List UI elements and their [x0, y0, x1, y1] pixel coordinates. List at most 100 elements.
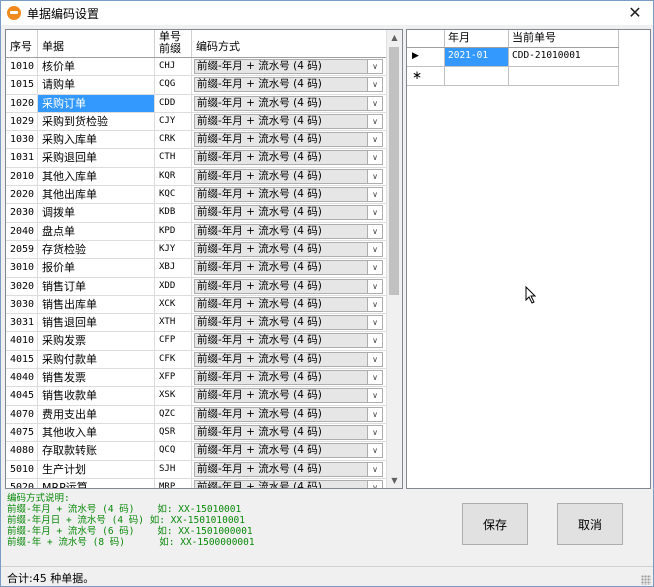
cell-prefix[interactable]: CRK: [155, 131, 192, 149]
chevron-down-icon[interactable]: ∨: [367, 279, 382, 293]
header-encoding[interactable]: 编码方式: [192, 30, 387, 57]
cell-no[interactable]: 2030: [6, 204, 38, 222]
encoding-dropdown[interactable]: 前缀-年月 + 流水号 (4 码) ∨: [194, 333, 383, 349]
resize-grip-icon[interactable]: [641, 575, 651, 585]
table-row[interactable]: 2020 其他出库单 KQC 前缀-年月 + 流水号 (4 码) ∨: [6, 186, 387, 205]
cell-prefix[interactable]: QSR: [155, 423, 192, 442]
cell-no[interactable]: 1029: [6, 112, 38, 131]
chevron-down-icon[interactable]: ∨: [367, 60, 382, 73]
cell-name[interactable]: 报价单: [38, 259, 155, 277]
cell-no[interactable]: 5010: [6, 460, 38, 478]
cell-no[interactable]: 2010: [6, 167, 38, 186]
close-icon[interactable]: ✕: [621, 2, 649, 24]
cell-name[interactable]: 盘点单: [38, 222, 155, 240]
cell-year-month[interactable]: 2021-01: [445, 48, 509, 66]
chevron-down-icon[interactable]: ∨: [367, 169, 382, 183]
table-row[interactable]: 4040 销售发票 XFP 前缀-年月 + 流水号 (4 码) ∨: [6, 369, 387, 388]
cell-no[interactable]: 2040: [6, 222, 38, 240]
table-row[interactable]: 3031 销售退回单 XTH 前缀-年月 + 流水号 (4 码) ∨: [6, 314, 387, 333]
table-row[interactable]: 2059 存货检验 KJY 前缀-年月 + 流水号 (4 码) ∨: [6, 240, 387, 260]
cell-name[interactable]: 采购付款单: [38, 350, 155, 369]
chevron-down-icon[interactable]: ∨: [367, 371, 382, 385]
cell-prefix[interactable]: KPD: [155, 222, 192, 240]
cell-name[interactable]: MRP运算: [38, 478, 155, 488]
cell-name[interactable]: 存取款转账: [38, 442, 155, 460]
cell-prefix[interactable]: CHJ: [155, 58, 192, 76]
chevron-down-icon[interactable]: ∨: [367, 407, 382, 421]
cell-name[interactable]: 生产计划: [38, 460, 155, 478]
cell-prefix[interactable]: KQC: [155, 186, 192, 204]
encoding-dropdown[interactable]: 前缀-年月 + 流水号 (4 码) ∨: [194, 132, 383, 148]
cell-no[interactable]: 1020: [6, 94, 38, 112]
cell-no[interactable]: 1015: [6, 76, 38, 94]
cell-prefix[interactable]: QZC: [155, 405, 192, 423]
chevron-down-icon[interactable]: ∨: [367, 334, 382, 348]
encoding-dropdown[interactable]: 前缀-年月 + 流水号 (4 码) ∨: [194, 370, 383, 386]
table-row[interactable]: 4010 采购发票 CFP 前缀-年月 + 流水号 (4 码) ∨: [6, 332, 387, 351]
cell-name[interactable]: 销售收款单: [38, 387, 155, 405]
table-row[interactable]: 2010 其他入库单 KQR 前缀-年月 + 流水号 (4 码) ∨: [6, 167, 387, 187]
chevron-down-icon[interactable]: ∨: [367, 78, 382, 92]
header-current-no[interactable]: 当前单号: [509, 30, 619, 47]
encoding-dropdown[interactable]: 前缀-年月 + 流水号 (4 码) ∨: [194, 168, 383, 184]
cell-prefix[interactable]: KDB: [155, 204, 192, 222]
chevron-down-icon[interactable]: ∨: [367, 206, 382, 220]
chevron-down-icon[interactable]: ∨: [367, 133, 382, 147]
chevron-down-icon[interactable]: ∨: [367, 151, 382, 165]
table-row[interactable]: 3010 报价单 XBJ 前缀-年月 + 流水号 (4 码) ∨: [6, 259, 387, 278]
cell-prefix[interactable]: XFP: [155, 369, 192, 387]
encoding-dropdown[interactable]: 前缀-年月 + 流水号 (4 码) ∨: [194, 315, 383, 331]
cell-no[interactable]: 4075: [6, 423, 38, 442]
cell-prefix[interactable]: CJY: [155, 112, 192, 131]
table-row[interactable]: 2040 盘点单 KPD 前缀-年月 + 流水号 (4 码) ∨: [6, 222, 387, 241]
chevron-down-icon[interactable]: ∨: [367, 242, 382, 256]
cell-name[interactable]: 其他收入单: [38, 423, 155, 442]
cell-prefix[interactable]: CQG: [155, 76, 192, 94]
table-row[interactable]: 1020 采购订单 CDD 前缀-年月 + 流水号 (4 码) ∨: [6, 94, 387, 113]
header-name[interactable]: 单据: [38, 30, 155, 57]
cell-no[interactable]: 4010: [6, 332, 38, 350]
cell-name[interactable]: 费用支出单: [38, 405, 155, 423]
table-row[interactable]: 5020 MRP运算 MRP 前缀-年月 + 流水号 (4 码) ∨: [6, 478, 387, 488]
table-row[interactable]: 4015 采购付款单 CFK 前缀-年月 + 流水号 (4 码) ∨: [6, 350, 387, 370]
cell-no[interactable]: 2020: [6, 186, 38, 204]
cell-name[interactable]: 采购到货检验: [38, 112, 155, 131]
cell-prefix[interactable]: CFP: [155, 332, 192, 350]
cell-prefix[interactable]: XCK: [155, 295, 192, 314]
cell-prefix[interactable]: MRP: [155, 478, 192, 488]
chevron-down-icon[interactable]: ∨: [367, 224, 382, 238]
encoding-dropdown[interactable]: 前缀-年月 + 流水号 (4 码) ∨: [194, 260, 383, 276]
cell-name[interactable]: 核价单: [38, 58, 155, 76]
cell-name[interactable]: 其他入库单: [38, 167, 155, 186]
table-row[interactable]: 1010 核价单 CHJ 前缀-年月 + 流水号 (4 码) ∨: [6, 58, 387, 77]
encoding-dropdown[interactable]: 前缀-年月 + 流水号 (4 码) ∨: [194, 278, 383, 294]
cell-prefix[interactable]: CFK: [155, 350, 192, 369]
cell-no[interactable]: 3031: [6, 314, 38, 332]
chevron-down-icon[interactable]: ∨: [367, 114, 382, 128]
encoding-dropdown[interactable]: 前缀-年月 + 流水号 (4 码) ∨: [194, 388, 383, 404]
encoding-dropdown[interactable]: 前缀-年月 + 流水号 (4 码) ∨: [194, 113, 383, 129]
scroll-down-icon[interactable]: ▼: [387, 473, 402, 488]
cell-no[interactable]: 1031: [6, 149, 38, 167]
document-list-grid[interactable]: 序号 单据 单号 前缀 编码方式 1010 核价单 CHJ 前缀-年月 + 流水号 (4…: [5, 29, 403, 489]
table-row[interactable]: 1031 采购退回单 CTH 前缀-年月 + 流水号 (4 码) ∨: [6, 149, 387, 168]
cell-name[interactable]: 其他出库单: [38, 186, 155, 204]
new-cell-year-month[interactable]: [445, 67, 509, 85]
table-row[interactable]: 1029 采购到货检验 CJY 前缀-年月 + 流水号 (4 码) ∨: [6, 112, 387, 132]
header-prefix[interactable]: 单号 前缀: [155, 30, 192, 57]
cell-name[interactable]: 采购发票: [38, 332, 155, 350]
encoding-dropdown[interactable]: 前缀-年月 + 流水号 (4 码) ∨: [194, 205, 383, 221]
cell-name[interactable]: 存货检验: [38, 240, 155, 259]
table-row[interactable]: 4070 费用支出单 QZC 前缀-年月 + 流水号 (4 码) ∨: [6, 405, 387, 424]
cell-prefix[interactable]: SJH: [155, 460, 192, 478]
chevron-down-icon[interactable]: ∨: [367, 444, 382, 458]
chevron-down-icon[interactable]: ∨: [367, 96, 382, 110]
serial-row[interactable]: ▶ 2021-01 CDD-21010001: [407, 48, 619, 67]
cell-prefix[interactable]: KJY: [155, 240, 192, 259]
encoding-dropdown[interactable]: 前缀-年月 + 流水号 (4 码) ∨: [194, 95, 383, 111]
cell-name[interactable]: 销售出库单: [38, 295, 155, 314]
chevron-down-icon[interactable]: ∨: [367, 297, 382, 311]
cell-prefix[interactable]: XBJ: [155, 259, 192, 277]
encoding-dropdown[interactable]: 前缀-年月 + 流水号 (4 码) ∨: [194, 296, 383, 312]
cell-no[interactable]: 1010: [6, 58, 38, 76]
